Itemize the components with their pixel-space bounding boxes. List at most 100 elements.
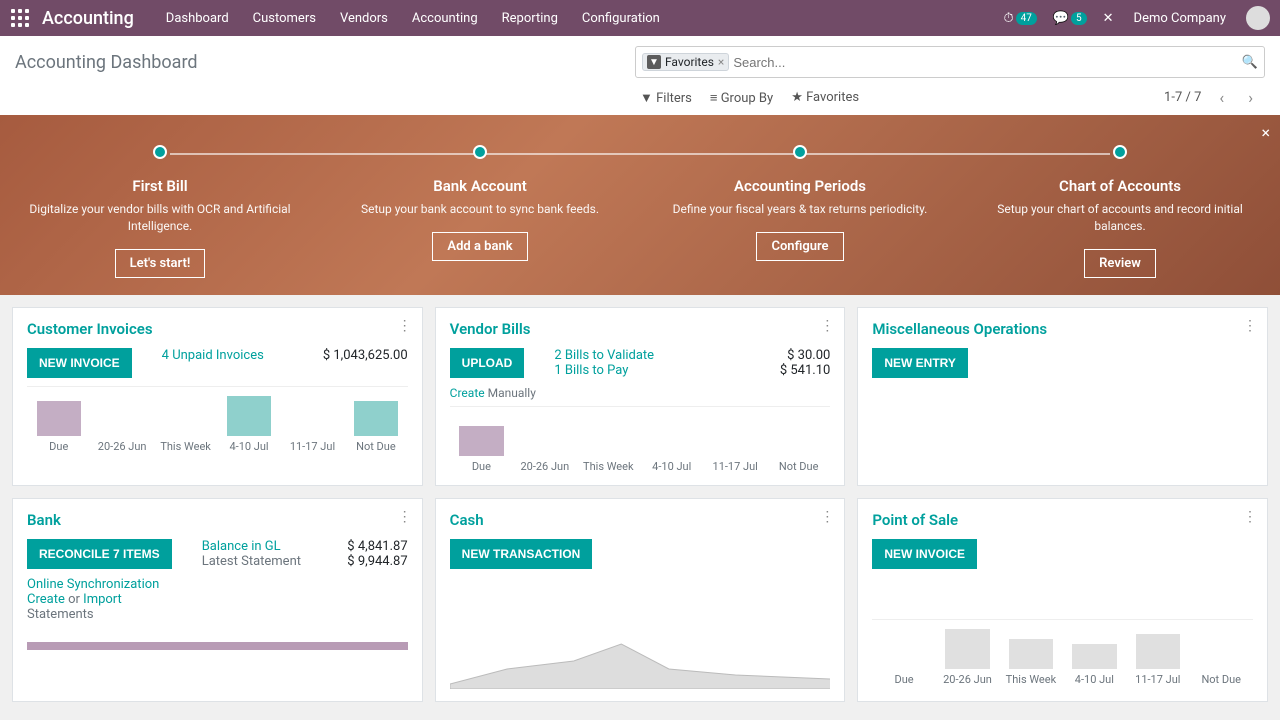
top-nav: Accounting Dashboard Customers Vendors A… — [0, 0, 1280, 36]
nav-customers[interactable]: Customers — [241, 3, 328, 34]
step-dot — [153, 145, 167, 159]
lets-start-button[interactable]: Let's start! — [115, 249, 206, 278]
step-title: Accounting Periods — [660, 177, 940, 195]
card-title[interactable]: Point of Sale — [872, 511, 1253, 529]
kebab-icon[interactable]: ⋮ — [1243, 318, 1257, 334]
close-tray-icon[interactable]: ✕ — [1095, 7, 1122, 30]
kebab-icon[interactable]: ⋮ — [398, 509, 412, 525]
page-title: Accounting Dashboard — [15, 52, 198, 73]
dashboard-cards: ⋮ Customer Invoices NEW INVOICE 4 Unpaid… — [0, 295, 1280, 714]
step-title: First Bill — [20, 177, 300, 195]
add-bank-button[interactable]: Add a bank — [432, 232, 527, 261]
chat-badge: 5 — [1071, 12, 1087, 25]
nav-dashboard[interactable]: Dashboard — [154, 3, 241, 34]
control-bar: Accounting Dashboard ▼ Favorites × 🔍 ▼ F… — [0, 36, 1280, 115]
nav-accounting[interactable]: Accounting — [400, 3, 490, 34]
step-desc: Digitalize your vendor bills with OCR an… — [20, 201, 300, 235]
filter-chip-favorites[interactable]: ▼ Favorites × — [642, 53, 729, 71]
step-desc: Setup your bank account to sync bank fee… — [340, 201, 620, 218]
card-title[interactable]: Bank — [27, 511, 408, 529]
step-title: Bank Account — [340, 177, 620, 195]
kebab-icon[interactable]: ⋮ — [820, 318, 834, 334]
vb-chart-labels: Due20-26 JunThis Week4-10 Jul11-17 JulNo… — [450, 460, 831, 473]
pager-text: 1-7 / 7 — [1164, 90, 1201, 105]
search-box[interactable]: ▼ Favorites × 🔍 — [635, 46, 1265, 78]
card-title[interactable]: Vendor Bills — [450, 320, 831, 338]
online-sync-link[interactable]: Online Synchronization — [27, 577, 408, 592]
create-link[interactable]: Create — [27, 592, 65, 607]
card-misc-operations: ⋮ Miscellaneous Operations NEW ENTRY — [857, 307, 1268, 486]
unpaid-amount: $ 1,043,625.00 — [323, 348, 408, 363]
nav-configuration[interactable]: Configuration — [570, 3, 672, 34]
step-dot — [473, 145, 487, 159]
statements-label: Statements — [27, 607, 408, 622]
pager-prev-icon[interactable]: ‹ — [1213, 88, 1230, 107]
step-first-bill: First Bill Digitalize your vendor bills … — [0, 145, 320, 275]
reconcile-button[interactable]: RECONCILE 7 ITEMS — [27, 539, 172, 569]
nav-reporting[interactable]: Reporting — [490, 3, 570, 34]
latest-statement-label: Latest Statement — [202, 554, 301, 569]
card-pos: ⋮ Point of Sale NEW INVOICE Due20-26 Jun… — [857, 498, 1268, 702]
bills-pay-link[interactable]: 1 Bills to Pay — [554, 363, 654, 378]
search-input[interactable] — [733, 55, 1241, 70]
step-desc: Define your fiscal years & tax returns p… — [660, 201, 940, 218]
vb-chart — [450, 406, 831, 458]
kebab-icon[interactable]: ⋮ — [820, 509, 834, 525]
pos-new-invoice-button[interactable]: NEW INVOICE — [872, 539, 977, 569]
pager-next-icon[interactable]: › — [1242, 88, 1259, 107]
step-bank-account: Bank Account Setup your bank account to … — [320, 145, 640, 275]
statement-amount: $ 9,944.87 — [347, 554, 407, 569]
step-dot — [1113, 145, 1127, 159]
bank-sparkline — [27, 642, 408, 650]
timer-icon[interactable]: ⏱47 — [995, 7, 1044, 30]
card-customer-invoices: ⋮ Customer Invoices NEW INVOICE 4 Unpaid… — [12, 307, 423, 486]
new-invoice-button[interactable]: NEW INVOICE — [27, 348, 132, 378]
company-selector[interactable]: Demo Company — [1122, 3, 1238, 34]
apps-icon[interactable] — [10, 8, 30, 28]
new-entry-button[interactable]: NEW ENTRY — [872, 348, 968, 378]
funnel-icon: ▼ — [647, 55, 661, 69]
validate-amount: $ 30.00 — [780, 348, 831, 363]
nav-vendors[interactable]: Vendors — [328, 3, 400, 34]
pos-chart-labels: Due20-26 JunThis Week4-10 Jul11-17 JulNo… — [872, 673, 1253, 686]
balance-gl-link[interactable]: Balance in GL — [202, 539, 301, 554]
ci-chart — [27, 386, 408, 438]
unpaid-invoices-link[interactable]: 4 Unpaid Invoices — [162, 348, 264, 363]
chip-remove-icon[interactable]: × — [718, 55, 724, 69]
chat-icon[interactable]: 💬5 — [1045, 7, 1095, 30]
step-accounting-periods: Accounting Periods Define your fiscal ye… — [640, 145, 960, 275]
search-icon[interactable]: 🔍 — [1242, 55, 1258, 70]
create-link[interactable]: Create — [450, 386, 485, 400]
card-cash: ⋮ Cash NEW TRANSACTION — [435, 498, 846, 702]
step-title: Chart of Accounts — [980, 177, 1260, 195]
bills-validate-link[interactable]: 2 Bills to Validate — [554, 348, 654, 363]
filters-tool[interactable]: ▼ Filters — [640, 90, 692, 106]
upload-button[interactable]: UPLOAD — [450, 348, 525, 378]
cash-sparkline — [450, 639, 831, 689]
onboarding-banner: × First Bill Digitalize your vendor bill… — [0, 115, 1280, 295]
card-title[interactable]: Cash — [450, 511, 831, 529]
step-dot — [793, 145, 807, 159]
balance-amount: $ 4,841.87 — [347, 539, 407, 554]
timer-badge: 47 — [1016, 12, 1037, 25]
review-button[interactable]: Review — [1084, 249, 1156, 278]
close-icon[interactable]: × — [1261, 123, 1270, 142]
new-transaction-button[interactable]: NEW TRANSACTION — [450, 539, 593, 569]
step-desc: Setup your chart of accounts and record … — [980, 201, 1260, 235]
favorites-tool[interactable]: ★ Favorites — [791, 90, 859, 105]
manually-label: Manually — [488, 386, 536, 400]
groupby-tool[interactable]: ≡ Group By — [710, 90, 773, 106]
pos-chart — [872, 619, 1253, 671]
pager: 1-7 / 7 ‹ › — [1158, 88, 1265, 107]
import-link[interactable]: Import — [83, 592, 122, 607]
user-avatar[interactable] — [1246, 6, 1270, 30]
pay-amount: $ 541.10 — [780, 363, 831, 378]
card-title[interactable]: Miscellaneous Operations — [872, 320, 1253, 338]
kebab-icon[interactable]: ⋮ — [398, 318, 412, 334]
card-title[interactable]: Customer Invoices — [27, 320, 408, 338]
card-vendor-bills: ⋮ Vendor Bills UPLOAD 2 Bills to Validat… — [435, 307, 846, 486]
configure-button[interactable]: Configure — [756, 232, 843, 261]
kebab-icon[interactable]: ⋮ — [1243, 509, 1257, 525]
brand-title[interactable]: Accounting — [42, 8, 134, 29]
ci-chart-labels: Due20-26 JunThis Week4-10 Jul11-17 JulNo… — [27, 440, 408, 453]
